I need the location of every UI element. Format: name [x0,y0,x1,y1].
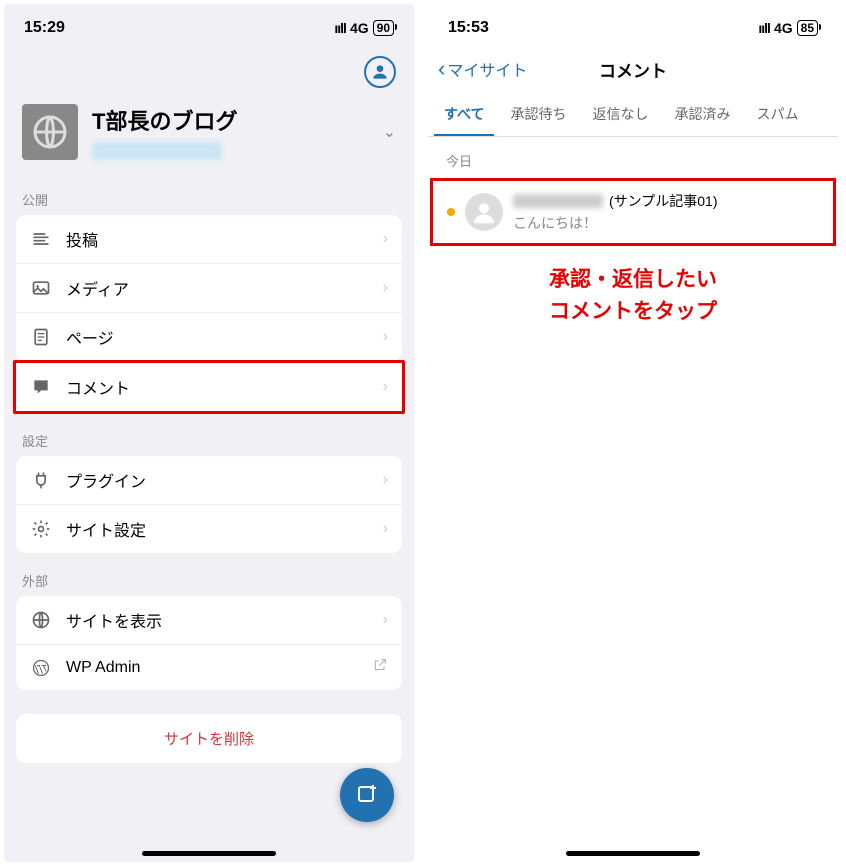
signal-icon: ııll [334,20,346,36]
row-label: サイトを表示 [66,608,162,632]
site-info: T部長のブログ [92,104,237,160]
author-blurred [513,194,603,208]
chevron-right-icon: › [383,230,388,248]
annotation: 承認・返信したい コメントをタップ [428,264,838,327]
page-title: コメント [599,57,667,82]
external-link-icon [372,657,388,678]
row-label: 投稿 [66,227,98,251]
account-button[interactable] [364,56,396,88]
media-icon [30,278,52,298]
tab-approved[interactable]: 承認済み [664,94,740,136]
tab-noreply[interactable]: 返信なし [582,94,658,136]
tab-all[interactable]: すべて [434,94,494,136]
row-site-settings[interactable]: サイト設定 › [16,505,402,553]
status-right: ııll 4G 90 [334,20,394,36]
person-icon [370,62,390,82]
signal-icon: ııll [758,20,770,36]
status-bar: 15:29 ııll 4G 90 [4,4,414,48]
section-publish-label: 公開 [4,172,414,215]
status-bar: 15:53 ııll 4G 85 [428,4,838,48]
row-label: サイト設定 [66,517,146,541]
back-label: マイサイト [447,57,527,81]
pending-dot-icon [447,208,455,216]
gear-icon [30,519,52,539]
row-pages[interactable]: ページ › [16,313,402,361]
comment-body: (サンプル記事01) こんにちは！ [513,191,819,233]
status-right: ııll 4G 85 [758,20,818,36]
chevron-right-icon: › [383,520,388,538]
avatar [465,193,503,231]
row-label: メディア [66,276,129,300]
compose-fab[interactable] [340,768,394,822]
comment-row-highlighted[interactable]: (サンプル記事01) こんにちは！ [430,178,836,246]
network-label: 4G [774,20,793,36]
row-view-site[interactable]: サイトを表示 › [16,596,402,645]
status-time: 15:29 [24,19,65,37]
delete-label: サイトを削除 [164,731,254,748]
annotation-line1: 承認・返信したい [428,264,838,296]
battery-icon: 85 [797,20,818,36]
tab-pending[interactable]: 承認待ち [500,94,576,136]
compose-icon [355,783,379,807]
site-header[interactable]: T部長のブログ ⌄ [4,96,414,172]
section-external-label: 外部 [4,553,414,596]
row-media[interactable]: メディア › [16,264,402,313]
tab-spam[interactable]: スパム [746,94,808,136]
comment-header: (サンプル記事01) [513,191,819,211]
row-posts[interactable]: 投稿 › [16,215,402,264]
annotation-line2: コメントをタップ [428,296,838,328]
network-label: 4G [350,20,369,36]
chevron-right-icon: › [383,279,388,297]
delete-site-button[interactable]: サイトを削除 [16,714,402,763]
date-group-label: 今日 [428,137,838,178]
row-label: コメント [66,375,130,399]
filter-tabs: すべて 承認待ち 返信なし 承認済み スパム [428,94,838,137]
site-url-blurred [92,142,222,160]
comment-post-title: (サンプル記事01) [609,191,717,211]
person-icon [469,197,499,227]
comment-icon [30,377,52,397]
group-comments-highlighted: コメント › [13,360,405,414]
chevron-right-icon: › [383,328,388,346]
back-button[interactable]: ‹ マイサイト [438,56,527,82]
pages-icon [30,327,52,347]
battery-icon: 90 [373,20,394,36]
row-label: WP Admin [66,659,140,677]
section-settings-label: 設定 [4,413,414,456]
group-publish: 投稿 › メディア › ページ › [16,215,402,361]
row-label: プラグイン [66,468,146,492]
home-indicator[interactable] [566,851,700,856]
globe-icon [30,610,52,630]
row-wp-admin[interactable]: WP Admin [16,645,402,690]
globe-icon [32,114,68,150]
wordpress-icon [30,658,52,678]
home-indicator[interactable] [142,851,276,856]
comment-text: こんにちは！ [513,213,819,233]
status-time: 15:53 [448,19,489,37]
group-external: サイトを表示 › WP Admin [16,596,402,690]
row-label: ページ [66,325,114,349]
chevron-right-icon: › [383,471,388,489]
chevron-right-icon: › [383,378,388,396]
row-comments[interactable]: コメント › [16,363,402,411]
posts-icon [30,229,52,249]
plugin-icon [30,470,52,490]
group-settings: プラグイン › サイト設定 › [16,456,402,553]
chevron-right-icon: › [383,611,388,629]
site-title: T部長のブログ [92,104,237,136]
phone-right: 15:53 ııll 4G 85 ‹ マイサイト コメント すべて 承認待ち 返… [428,4,838,862]
chevron-left-icon: ‹ [438,56,445,82]
nav-header: ‹ マイサイト コメント [428,48,838,94]
account-row [4,48,414,96]
site-icon [22,104,78,160]
chevron-down-icon[interactable]: ⌄ [383,122,396,142]
row-plugins[interactable]: プラグイン › [16,456,402,505]
phone-left: 15:29 ııll 4G 90 T部長のブログ ⌄ 公開 投稿 › メディア [4,4,414,862]
